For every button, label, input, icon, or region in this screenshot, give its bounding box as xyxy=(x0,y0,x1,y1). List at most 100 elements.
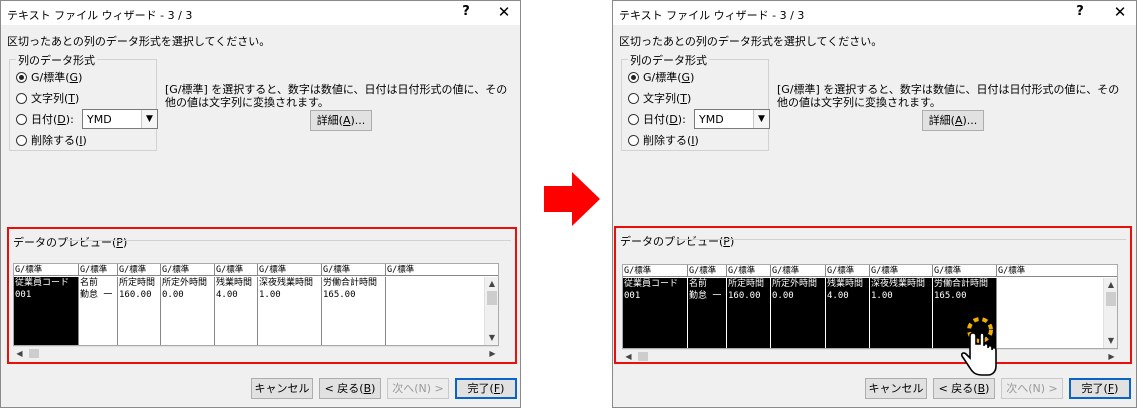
scroll-left-icon[interactable]: ◀ xyxy=(622,350,635,363)
horizontal-scrollbar[interactable]: ◀ ▶ xyxy=(13,346,499,359)
chevron-down-icon[interactable]: ▼ xyxy=(753,110,769,128)
preview-divider xyxy=(67,240,511,241)
cell: 1.00 xyxy=(259,290,281,300)
radio-date[interactable]: 日付(D): xyxy=(628,112,686,126)
scroll-up-icon[interactable]: ▲ xyxy=(485,277,498,291)
col-header[interactable]: G/標準 xyxy=(996,265,1117,277)
next-button[interactable]: 次へ(N) > xyxy=(387,378,449,399)
dialog-title: テキスト ファイル ウィザード - 3 / 3 xyxy=(619,9,805,22)
radio-skip[interactable]: 削除する(I) xyxy=(16,133,87,147)
radio-general[interactable]: G/標準(G) xyxy=(628,70,694,84)
col-header[interactable]: G/標準 xyxy=(770,265,825,277)
cell: 0.00 xyxy=(162,290,184,300)
col-header[interactable]: G/標準 xyxy=(385,264,498,276)
cancel-button[interactable]: キャンセル xyxy=(865,378,927,399)
radio-skip-label: 削除する(I) xyxy=(31,134,87,147)
radio-skip-indicator[interactable] xyxy=(16,134,27,146)
cell: 深夜残業時間 xyxy=(259,278,314,288)
preview-column-selected[interactable]: 名前 勤怠 一 xyxy=(687,278,726,348)
col-header[interactable]: G/標準 xyxy=(160,264,214,276)
col-header[interactable]: G/標準 xyxy=(78,264,117,276)
scroll-down-icon[interactable]: ▼ xyxy=(1104,334,1117,348)
preview-column-selected[interactable]: 従業員コード 001 xyxy=(14,277,78,345)
radio-date-label: 日付(D): xyxy=(31,113,74,126)
help-button[interactable]: ? xyxy=(456,4,476,19)
col-header[interactable]: G/標準 xyxy=(869,265,932,277)
date-format-select[interactable]: YMD ▼ xyxy=(82,109,158,129)
radio-text[interactable]: 文字列(T) xyxy=(16,91,79,105)
cell: 名前 xyxy=(80,278,99,288)
vertical-scrollbar[interactable]: ▲ ▼ xyxy=(1103,278,1117,348)
col-header[interactable]: G/標準 xyxy=(321,264,385,276)
preview-column[interactable]: 所定外時間 0.00 xyxy=(160,277,214,345)
preview-column-selected[interactable]: 所定時間 160.00 xyxy=(726,278,770,348)
scroll-thumb[interactable] xyxy=(487,291,497,305)
scroll-thumb[interactable] xyxy=(1106,292,1116,306)
col-header[interactable]: G/標準 xyxy=(257,264,321,276)
radio-date[interactable]: 日付(D): xyxy=(16,112,74,126)
scroll-down-icon[interactable]: ▼ xyxy=(485,331,498,345)
detail-button[interactable]: 詳細(A)... xyxy=(922,110,984,131)
detail-button[interactable]: 詳細(A)... xyxy=(310,110,372,131)
preview-grid[interactable]: G/標準 G/標準 G/標準 G/標準 G/標準 G/標準 G/標準 G/標準 … xyxy=(13,263,499,346)
col-header[interactable]: G/標準 xyxy=(623,265,687,277)
preview-column[interactable]: 残業時間 4.00 xyxy=(214,277,257,345)
radio-skip[interactable]: 削除する(I) xyxy=(628,133,699,147)
preview-column[interactable]: 所定時間 160.00 xyxy=(117,277,160,345)
preview-column[interactable]: 労働合計時間 165.00 xyxy=(321,277,385,345)
preview-column[interactable] xyxy=(385,277,486,345)
preview-column[interactable]: 深夜残業時間 1.00 xyxy=(257,277,321,345)
col-header[interactable]: G/標準 xyxy=(726,265,770,277)
vertical-scrollbar[interactable]: ▲ ▼ xyxy=(484,277,498,345)
radio-text[interactable]: 文字列(T) xyxy=(628,91,691,105)
cell: 165.00 xyxy=(323,290,356,300)
radio-text-indicator[interactable] xyxy=(16,92,27,104)
radio-text-indicator[interactable] xyxy=(628,92,639,104)
col-header[interactable]: G/標準 xyxy=(825,265,869,277)
next-button[interactable]: 次へ(N) > xyxy=(1001,378,1063,399)
arrow-right-shape xyxy=(544,172,600,226)
scroll-up-icon[interactable]: ▲ xyxy=(1104,278,1117,292)
radio-skip-indicator[interactable] xyxy=(628,134,639,146)
scroll-right-icon[interactable]: ▶ xyxy=(1105,350,1118,363)
col-header[interactable]: G/標準 xyxy=(687,265,726,277)
scroll-thumb[interactable] xyxy=(29,349,39,358)
preview-column[interactable]: 名前 勤怠 一 xyxy=(78,277,117,345)
scroll-thumb[interactable] xyxy=(638,352,648,361)
instruction-text: 区切ったあとの列のデータ形式を選択してください。 xyxy=(619,35,883,48)
close-button[interactable]: ✕ xyxy=(492,3,516,21)
col-header[interactable]: G/標準 xyxy=(214,264,257,276)
preview-column[interactable] xyxy=(996,278,1105,348)
finish-button[interactable]: 完了(F) xyxy=(455,378,517,399)
cancel-button[interactable]: キャンセル xyxy=(251,378,313,399)
close-button[interactable]: ✕ xyxy=(1108,3,1132,21)
radio-general-indicator[interactable] xyxy=(628,71,639,83)
column-format-group: 列のデータ形式 G/標準(G) 文字列(T) 日付(D): YMD ▼ 削除する… xyxy=(9,52,158,151)
preview-column-selected[interactable]: 所定外時間 0.00 xyxy=(770,278,825,348)
back-button[interactable]: < 戻る(B) xyxy=(933,378,995,399)
col-header[interactable]: G/標準 xyxy=(14,264,78,276)
cell: 4.00 xyxy=(216,290,238,300)
date-format-select[interactable]: YMD ▼ xyxy=(694,109,770,129)
cell: 名前 xyxy=(689,279,708,289)
preview-grid[interactable]: G/標準 G/標準 G/標準 G/標準 G/標準 G/標準 G/標準 G/標準 … xyxy=(622,264,1118,349)
chevron-down-icon[interactable]: ▼ xyxy=(141,110,157,128)
col-header[interactable]: G/標準 xyxy=(117,264,160,276)
help-button[interactable]: ? xyxy=(1070,4,1090,19)
radio-date-indicator[interactable] xyxy=(16,113,27,125)
col-header[interactable]: G/標準 xyxy=(932,265,996,277)
scroll-right-icon[interactable]: ▶ xyxy=(486,347,499,360)
title-bar: テキスト ファイル ウィザード - 3 / 3 ? ✕ xyxy=(613,1,1136,25)
preview-column-selected[interactable]: 深夜残業時間 1.00 xyxy=(869,278,932,348)
radio-date-indicator[interactable] xyxy=(628,113,639,125)
radio-general[interactable]: G/標準(G) xyxy=(16,70,82,84)
finish-button[interactable]: 完了(F) xyxy=(1069,378,1131,399)
scroll-left-icon[interactable]: ◀ xyxy=(13,347,26,360)
radio-general-indicator[interactable] xyxy=(16,71,27,83)
column-format-legend: 列のデータ形式 xyxy=(628,52,709,68)
horizontal-scrollbar[interactable]: ◀ ▶ xyxy=(622,349,1118,362)
back-button[interactable]: < 戻る(B) xyxy=(319,378,381,399)
preview-column-selected[interactable]: 従業員コード 001 xyxy=(623,278,687,348)
preview-column-selected[interactable]: 残業時間 4.00 xyxy=(825,278,869,348)
cell: 0.00 xyxy=(772,291,794,301)
